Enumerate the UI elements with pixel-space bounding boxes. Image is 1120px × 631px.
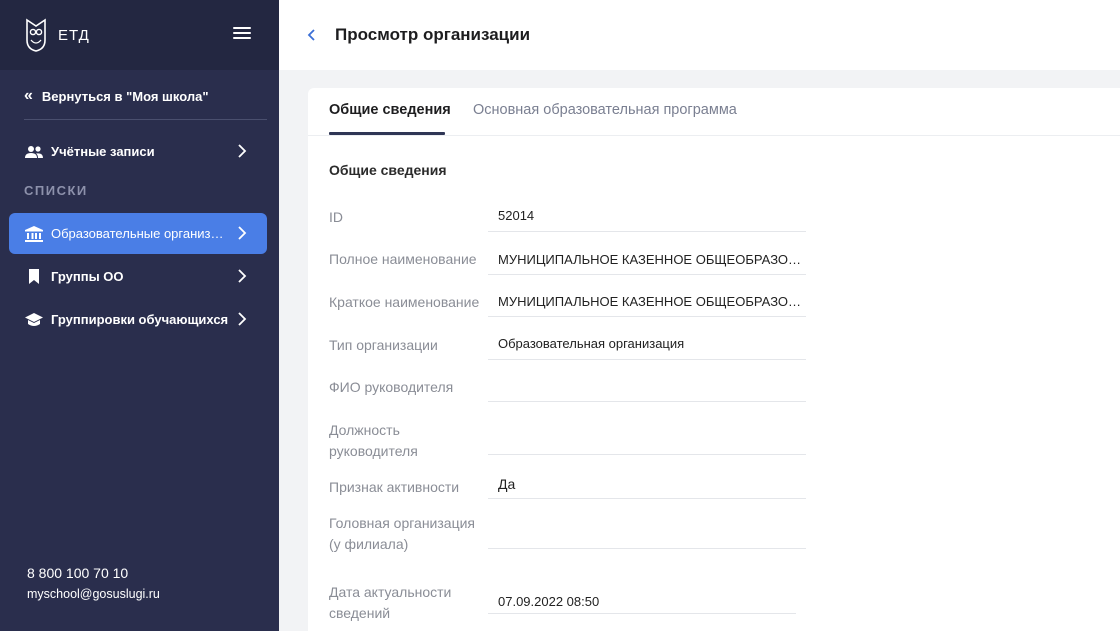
field-value-head-org <box>488 525 806 549</box>
sidebar-divider <box>24 119 267 120</box>
sidebar-header: ЕТД <box>0 0 279 70</box>
sidebar: ЕТД « Вернуться в "Моя школа" Учётные за… <box>0 0 279 631</box>
institution-icon <box>24 225 44 243</box>
page-header: Просмотр организации <box>279 0 1120 70</box>
field-label-activity: Признак активности <box>329 479 460 495</box>
active-tab-indicator <box>329 132 445 135</box>
back-to-school-link[interactable]: « Вернуться в "Моя школа" <box>24 88 209 104</box>
sidebar-item-label: Учётные записи <box>51 144 155 159</box>
field-label-data-date: Дата актуальности сведений <box>329 584 452 621</box>
app-logo-text: ЕТД <box>58 26 90 44</box>
back-arrow-icon[interactable] <box>306 27 318 43</box>
owl-logo-icon <box>26 18 46 52</box>
field-value-short-name: МУНИЦИПАЛЬНОЕ КАЗЕННОЕ ОБЩЕОБРАЗОВАТЕЛЬН… <box>488 293 806 317</box>
field-label-org-type: Тип организации <box>329 337 438 353</box>
menu-toggle-icon[interactable] <box>233 25 251 41</box>
sidebar-item-groups[interactable]: Группы ОО <box>9 256 267 297</box>
chevron-right-icon <box>238 144 247 158</box>
support-phone: 8 800 100 70 10 <box>27 565 129 581</box>
double-chevron-left-icon: « <box>24 87 33 104</box>
sidebar-item-organizations[interactable]: Образовательные организации <box>9 213 267 254</box>
tab-general-info[interactable]: Общие сведения <box>329 102 451 118</box>
back-to-school-label: Вернуться в "Моя школа" <box>41 88 209 104</box>
sidebar-item-student-groupings[interactable]: Группировки обучающихся <box>9 299 267 340</box>
field-label-director-position: Должность руководителя <box>329 422 418 459</box>
graduation-cap-icon <box>24 311 44 329</box>
users-icon <box>24 143 44 161</box>
sidebar-item-label: Образовательные организации <box>51 226 229 241</box>
field-value-org-type: Образовательная организация <box>488 335 806 360</box>
field-label-director-name: ФИО руководителя <box>329 379 454 395</box>
bookmark-icon <box>24 268 44 286</box>
chevron-right-icon <box>238 269 247 283</box>
field-label-short-name: Краткое наименование <box>329 294 480 310</box>
page-title: Просмотр организации <box>335 25 531 44</box>
support-email: myschool@gosuslugi.ru <box>27 587 160 601</box>
field-value-activity: Да <box>488 475 806 499</box>
field-value-full-name: МУНИЦИПАЛЬНОЕ КАЗЕННОЕ ОБЩЕОБРАЗОВАТЕЛЬН… <box>488 251 806 275</box>
chevron-right-icon <box>238 312 247 326</box>
field-value-data-date: 07.09.2022 08:50 <box>488 593 796 614</box>
field-value-director-position <box>488 431 806 455</box>
section-title: Общие сведения <box>329 162 447 178</box>
sidebar-item-label: Группы ОО <box>51 269 124 284</box>
field-label-full-name: Полное наименование <box>329 251 477 267</box>
field-value-id: 52014 <box>488 207 806 232</box>
sidebar-section-lists: СПИСКИ <box>24 183 88 198</box>
sidebar-item-accounts[interactable]: Учётные записи <box>9 131 267 172</box>
field-label-head-org: Головная организация (у филиала) <box>329 515 475 552</box>
tab-bar: Общие сведения Основная образовательная … <box>308 88 1120 136</box>
chevron-right-icon <box>238 226 247 240</box>
field-value-director-name <box>488 378 806 402</box>
tab-main-program[interactable]: Основная образовательная программа <box>473 102 737 118</box>
sidebar-item-label: Группировки обучающихся <box>51 312 229 327</box>
field-label-id: ID <box>329 209 343 225</box>
organization-card: Общие сведения Основная образовательная … <box>308 88 1120 631</box>
